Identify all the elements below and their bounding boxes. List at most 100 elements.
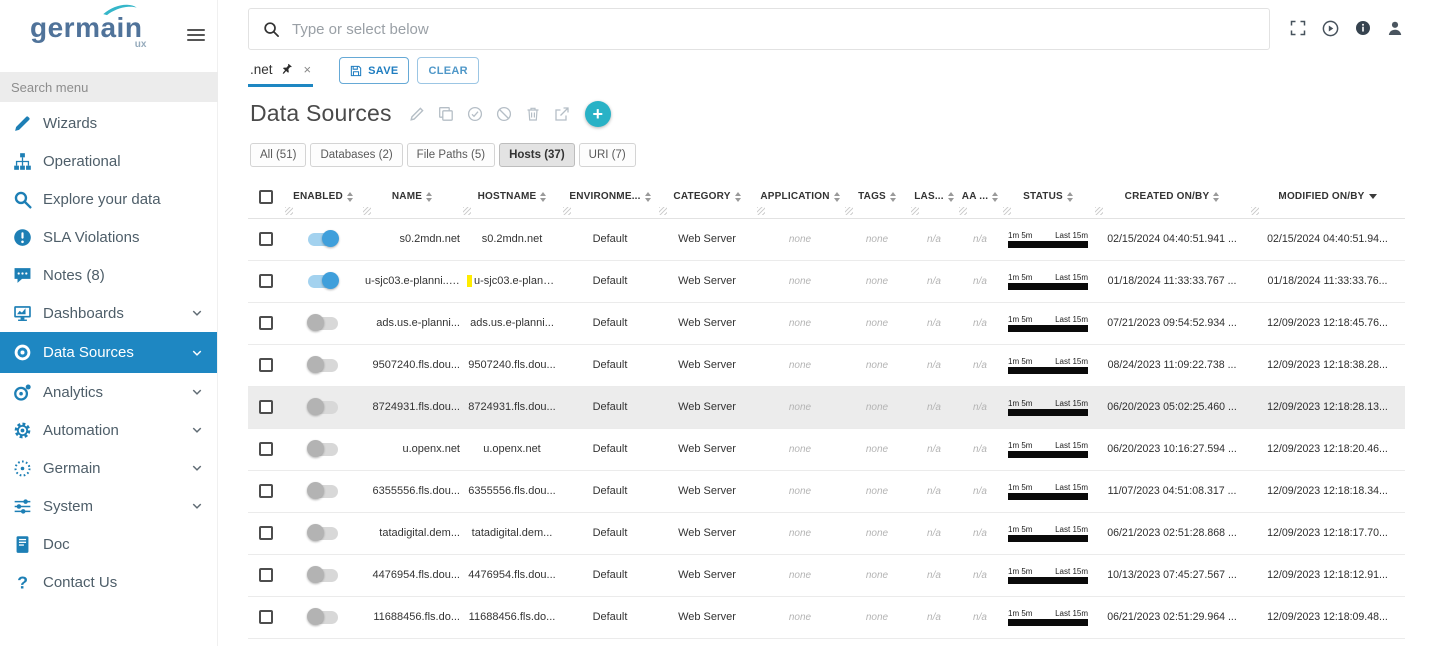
column-header-name[interactable]: NAME — [362, 176, 462, 218]
status-sparkline[interactable]: 1m 5mLast 15m — [1008, 441, 1088, 458]
sort-icon[interactable] — [834, 192, 840, 202]
sidebar-item-automation[interactable]: Automation — [0, 411, 217, 449]
block-icon[interactable] — [496, 106, 512, 122]
user-icon[interactable] — [1387, 20, 1403, 37]
enabled-toggle[interactable] — [308, 359, 338, 372]
row-checkbox[interactable] — [259, 400, 273, 414]
status-sparkline[interactable]: 1m 5mLast 15m — [1008, 609, 1088, 626]
column-header-las[interactable]: LAS... — [910, 176, 958, 218]
sort-icon[interactable] — [890, 192, 896, 202]
sort-icon[interactable] — [1369, 194, 1377, 199]
sidebar-item-dashboards[interactable]: Dashboards — [0, 294, 217, 332]
column-header-application[interactable]: APPLICATION — [756, 176, 844, 218]
enabled-toggle[interactable] — [308, 233, 338, 246]
chevron-down-icon[interactable] — [191, 424, 203, 436]
column-header-status[interactable]: STATUS — [1002, 176, 1094, 218]
sidebar-search-input[interactable] — [0, 72, 218, 102]
sort-icon[interactable] — [735, 192, 741, 202]
sidebar-item-explore-your-data[interactable]: Explore your data — [0, 180, 217, 218]
sort-icon[interactable] — [540, 192, 546, 202]
status-sparkline[interactable]: 1m 5mLast 15m — [1008, 231, 1088, 248]
tab-uri-7[interactable]: URI (7) — [579, 143, 636, 167]
table-row[interactable]: 8724931.fls.dou... 8724931.fls.dou... De… — [248, 386, 1405, 428]
pin-icon[interactable] — [280, 63, 293, 76]
sidebar-item-operational[interactable]: Operational — [0, 142, 217, 180]
column-header-aa[interactable]: AA ... — [958, 176, 1002, 218]
row-checkbox[interactable] — [259, 316, 273, 330]
sidebar-item-doc[interactable]: Doc — [0, 525, 217, 563]
table-row[interactable]: ads.us.e-planni... ads.us.e-planni... De… — [248, 302, 1405, 344]
row-checkbox[interactable] — [259, 274, 273, 288]
tab-hosts-37[interactable]: Hosts (37) — [499, 143, 575, 167]
global-search[interactable] — [248, 8, 1270, 50]
table-row[interactable]: u-sjc03.e-planni... u-sjc03.e-planni... … — [248, 260, 1405, 302]
chevron-down-icon[interactable] — [191, 386, 203, 398]
tab-file-paths-5[interactable]: File Paths (5) — [407, 143, 495, 167]
sort-icon[interactable] — [948, 192, 954, 202]
row-checkbox[interactable] — [259, 484, 273, 498]
status-sparkline[interactable]: 1m 5mLast 15m — [1008, 315, 1088, 332]
chevron-down-icon[interactable] — [191, 307, 203, 319]
sidebar-item-notes-8[interactable]: Notes (8) — [0, 256, 217, 294]
status-sparkline[interactable]: 1m 5mLast 15m — [1008, 567, 1088, 584]
row-checkbox[interactable] — [259, 232, 273, 246]
enabled-toggle[interactable] — [308, 611, 338, 624]
check-circle-icon[interactable] — [467, 106, 483, 122]
enabled-toggle[interactable] — [308, 485, 338, 498]
row-checkbox[interactable] — [259, 358, 273, 372]
row-checkbox[interactable] — [259, 442, 273, 456]
sidebar-item-contact-us[interactable]: ? Contact Us — [0, 563, 217, 601]
column-header-hostname[interactable]: HOSTNAME — [462, 176, 562, 218]
status-sparkline[interactable]: 1m 5mLast 15m — [1008, 525, 1088, 542]
copy-icon[interactable] — [438, 106, 454, 122]
table-row[interactable]: 6355556.fls.dou... 6355556.fls.dou... De… — [248, 470, 1405, 512]
table-row[interactable]: 9507240.fls.dou... 9507240.fls.dou... De… — [248, 344, 1405, 386]
table-row[interactable]: 4476954.fls.dou... 4476954.fls.dou... De… — [248, 554, 1405, 596]
close-icon[interactable]: × — [304, 62, 312, 77]
enabled-toggle[interactable] — [308, 317, 338, 330]
sidebar-item-wizards[interactable]: Wizards — [0, 104, 217, 142]
add-button[interactable]: + — [585, 101, 611, 127]
sidebar-item-germain[interactable]: Germain — [0, 449, 217, 487]
column-header-enabled[interactable]: ENABLED — [284, 176, 362, 218]
sort-icon[interactable] — [347, 192, 353, 202]
status-sparkline[interactable]: 1m 5mLast 15m — [1008, 399, 1088, 416]
sort-icon[interactable] — [992, 192, 998, 202]
filter-chip[interactable]: .net × — [248, 60, 313, 87]
clear-button[interactable]: CLEAR — [417, 57, 478, 84]
enabled-toggle[interactable] — [308, 275, 338, 288]
tab-databases-2[interactable]: Databases (2) — [310, 143, 402, 167]
play-icon[interactable] — [1322, 20, 1339, 37]
enabled-toggle[interactable] — [308, 401, 338, 414]
chevron-down-icon[interactable] — [191, 462, 203, 474]
info-icon[interactable] — [1355, 20, 1371, 37]
delete-icon[interactable] — [525, 106, 541, 122]
chevron-down-icon[interactable] — [191, 347, 203, 359]
sidebar-item-system[interactable]: System — [0, 487, 217, 525]
column-header-category[interactable]: CATEGORY — [658, 176, 756, 218]
column-header-created-on-by[interactable]: CREATED ON/BY — [1094, 176, 1250, 218]
sort-icon[interactable] — [426, 192, 432, 202]
column-header-environme[interactable]: ENVIRONME... — [562, 176, 658, 218]
enabled-toggle[interactable] — [308, 569, 338, 582]
sidebar-item-sla-violations[interactable]: SLA Violations — [0, 218, 217, 256]
column-header-modified-on-by[interactable]: MODIFIED ON/BY — [1250, 176, 1405, 218]
sort-icon[interactable] — [645, 192, 651, 202]
save-button[interactable]: SAVE — [339, 57, 409, 84]
column-header-tags[interactable]: TAGS — [844, 176, 910, 218]
chevron-down-icon[interactable] — [191, 500, 203, 512]
row-checkbox[interactable] — [259, 568, 273, 582]
sort-icon[interactable] — [1067, 192, 1073, 202]
status-sparkline[interactable]: 1m 5mLast 15m — [1008, 273, 1088, 290]
fullscreen-icon[interactable] — [1290, 20, 1306, 37]
global-search-input[interactable] — [292, 21, 1255, 38]
edit-icon[interactable] — [409, 106, 425, 122]
status-sparkline[interactable]: 1m 5mLast 15m — [1008, 357, 1088, 374]
row-checkbox[interactable] — [259, 610, 273, 624]
row-checkbox[interactable] — [259, 526, 273, 540]
status-sparkline[interactable]: 1m 5mLast 15m — [1008, 483, 1088, 500]
sidebar-item-analytics[interactable]: Analytics — [0, 373, 217, 411]
table-row[interactable]: tatadigital.dem... tatadigital.dem... De… — [248, 512, 1405, 554]
share-icon[interactable] — [554, 106, 570, 122]
menu-icon[interactable] — [187, 26, 205, 44]
